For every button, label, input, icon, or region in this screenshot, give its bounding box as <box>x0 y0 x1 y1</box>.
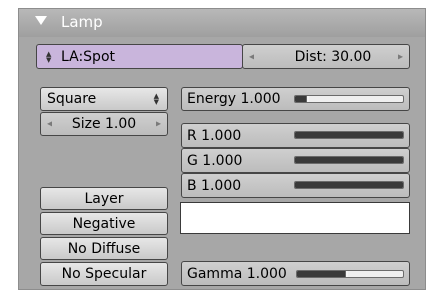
select-arrows-icon: ▲ ▼ <box>153 92 159 106</box>
lamp-datablock-label: LA:Spot <box>61 48 115 65</box>
color-r-slider-fill <box>295 132 403 138</box>
color-g-slider-track[interactable] <box>294 156 404 164</box>
dist-label: Dist: 30.00 <box>294 48 372 65</box>
lamp-datablock-field[interactable]: ▲ ▼ LA:Spot <box>36 44 243 69</box>
triangle-down-icon[interactable] <box>35 16 47 25</box>
color-b-label: B 1.000 <box>187 177 242 194</box>
increase-arrow-icon[interactable]: ▸ <box>156 119 161 130</box>
panel-header[interactable]: Lamp <box>19 9 425 37</box>
color-b-slider-track[interactable] <box>294 181 404 189</box>
color-r-slider-track[interactable] <box>294 131 404 139</box>
color-g-label: G 1.000 <box>187 152 243 169</box>
energy-slider-track[interactable] <box>294 95 404 103</box>
negative-button[interactable]: Negative <box>40 212 168 235</box>
shape-select[interactable]: Square ▲ ▼ <box>40 87 168 111</box>
no-diffuse-button-label: No Diffuse <box>67 240 141 257</box>
color-r-slider[interactable]: R 1.000 <box>181 123 410 148</box>
energy-label: Energy 1.000 <box>187 91 281 107</box>
up-down-arrows-icon[interactable]: ▲ ▼ <box>46 51 51 64</box>
no-diffuse-button[interactable]: No Diffuse <box>40 237 168 260</box>
dist-field[interactable]: ◂ Dist: 30.00 ▸ <box>242 44 410 69</box>
energy-slider-fill <box>295 96 306 102</box>
color-g-slider[interactable]: G 1.000 <box>181 148 410 173</box>
slider-knob[interactable] <box>305 96 309 102</box>
color-r-label: R 1.000 <box>187 127 242 144</box>
color-b-slider-fill <box>295 182 403 188</box>
layer-button-label: Layer <box>84 190 124 207</box>
lamp-color-swatch[interactable] <box>180 202 410 234</box>
gamma-slider-fill <box>297 271 345 277</box>
gamma-slider[interactable]: Gamma 1.000 <box>181 261 410 286</box>
color-b-slider[interactable]: B 1.000 <box>181 173 410 198</box>
negative-button-label: Negative <box>72 215 136 232</box>
layer-button[interactable]: Layer <box>40 187 168 210</box>
increase-arrow-icon[interactable]: ▸ <box>398 51 403 62</box>
color-g-slider-fill <box>295 157 403 163</box>
energy-slider[interactable]: Energy 1.000 <box>181 87 410 111</box>
gamma-slider-track[interactable] <box>296 270 404 278</box>
slider-knob[interactable] <box>344 271 348 277</box>
size-label: Size 1.00 <box>71 116 137 132</box>
panel-title: Lamp <box>61 13 103 31</box>
no-specular-button[interactable]: No Specular <box>40 262 168 286</box>
size-field[interactable]: ◂ Size 1.00 ▸ <box>40 112 168 136</box>
no-specular-button-label: No Specular <box>61 266 147 282</box>
gamma-label: Gamma 1.000 <box>187 265 287 282</box>
shape-select-value: Square <box>47 91 97 107</box>
